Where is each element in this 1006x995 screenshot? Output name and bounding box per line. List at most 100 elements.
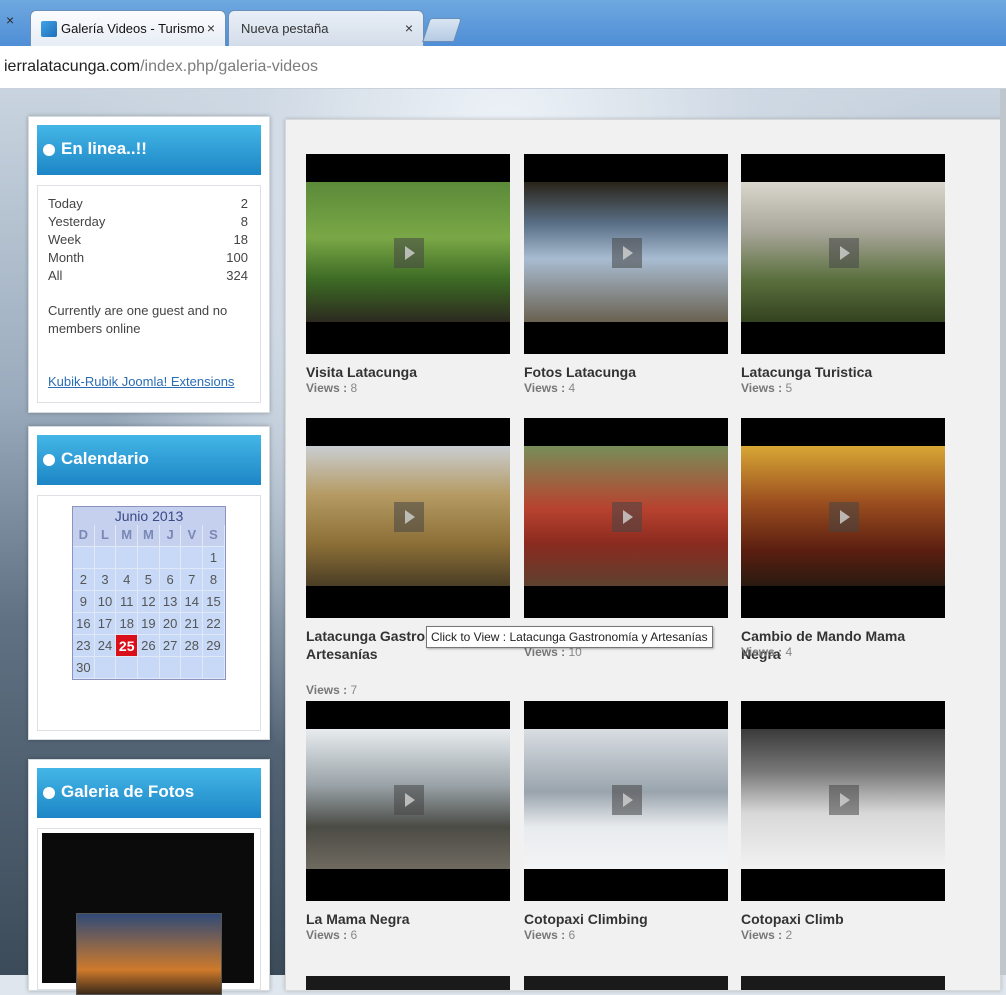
play-icon[interactable] [612, 502, 642, 532]
tab-label: Galería Videos - Turismo [61, 21, 205, 36]
calendar-day[interactable]: 4 [116, 569, 139, 591]
play-icon[interactable] [612, 238, 642, 268]
video-views: Views : 6 [524, 928, 575, 942]
calendar-day[interactable]: 18 [116, 613, 139, 635]
views-count: 4 [568, 381, 576, 395]
stat-row: Month 100 [48, 250, 248, 268]
calendar-day[interactable]: 6 [159, 569, 182, 591]
video-title[interactable]: Latacunga Turistica [741, 363, 941, 381]
calendar-day[interactable]: 29 [203, 635, 225, 657]
calendar-day[interactable]: 23 [73, 635, 95, 657]
video-title[interactable]: Cotopaxi Climbing [524, 910, 724, 928]
close-tab-icon[interactable]: × [207, 20, 215, 36]
calendar-day[interactable]: 30 [73, 657, 95, 679]
video-thumbnail[interactable] [524, 701, 728, 901]
kubik-rubik-link[interactable]: Kubik-Rubik Joomla! Extensions [48, 374, 234, 389]
video-thumbnail-partial[interactable] [741, 976, 945, 990]
calendar-day[interactable]: 20 [159, 613, 182, 635]
calendar-day[interactable]: 12 [138, 591, 160, 613]
video-title[interactable]: Cotopaxi Climb [741, 910, 941, 928]
scrollbar[interactable] [1000, 89, 1006, 975]
play-icon[interactable] [394, 502, 424, 532]
calendar-day[interactable]: 10 [94, 591, 117, 613]
video-views: Views : 6 [306, 928, 357, 942]
calendar-day[interactable]: 9 [73, 591, 95, 613]
calendar-day[interactable]: 5 [138, 569, 160, 591]
video-thumbnail-partial[interactable] [306, 976, 510, 990]
calendar-day[interactable]: 11 [116, 591, 139, 613]
calendar-day[interactable]: 14 [181, 591, 204, 613]
weekday-header: S [203, 525, 225, 547]
play-icon[interactable] [394, 785, 424, 815]
play-icon[interactable] [612, 785, 642, 815]
video-thumbnail[interactable] [741, 154, 945, 354]
play-icon[interactable] [829, 785, 859, 815]
calendar-empty-cell [181, 547, 204, 569]
tab-galeria-videos[interactable]: Galería Videos - Turismo × [30, 10, 226, 46]
video-thumbnail[interactable] [306, 154, 510, 354]
module-header: En linea..!! [37, 125, 261, 175]
views-count: 6 [568, 928, 576, 942]
video-thumbnail[interactable] [306, 418, 510, 618]
browser-tab-bar: × Galería Videos - Turismo × Nueva pesta… [0, 0, 1006, 46]
video-gallery: Visita Latacunga Views : 8 Fotos Latacunga… [285, 119, 1001, 991]
calendar-empty-cell [94, 657, 117, 679]
play-icon[interactable] [829, 502, 859, 532]
stat-value: 18 [233, 232, 248, 247]
calendar-day[interactable]: 25 [116, 635, 139, 657]
stat-value: 324 [226, 268, 248, 283]
video-thumbnail[interactable] [306, 701, 510, 901]
video-views: Views : 7 [306, 683, 357, 697]
close-tab-icon[interactable]: × [405, 20, 413, 36]
site-favicon-icon [41, 21, 57, 37]
calendar-box: Junio 2013 D L M M J V S 1 2 3 4 5 6 7 8 9 10 11 12 13 14 15 1… [37, 495, 261, 731]
calendar-day[interactable]: 7 [181, 569, 204, 591]
views-count: 6 [350, 928, 358, 942]
url-text[interactable]: ierralatacunga.com/index.php/galeria-vid… [4, 58, 318, 76]
calendar-day[interactable]: 26 [138, 635, 160, 657]
calendar-empty-cell [203, 657, 225, 679]
weekday-header: L [94, 525, 117, 547]
video-title[interactable]: Visita Latacunga [306, 363, 506, 381]
calendar-empty-cell [138, 547, 160, 569]
stat-label: All [48, 268, 63, 283]
tab-nueva-pestana[interactable]: Nueva pestaña × [228, 10, 424, 46]
calendar-day[interactable]: 17 [94, 613, 117, 635]
calendar-day[interactable]: 1 [203, 547, 225, 569]
close-tab-icon[interactable]: × [6, 12, 14, 28]
views-label: Views : [306, 928, 348, 942]
page-content: En linea..!! Today 2 Yesterday 8 Week 18… [0, 89, 1006, 995]
calendar-day[interactable]: 24 [94, 635, 117, 657]
video-thumbnail-partial[interactable] [524, 976, 728, 990]
calendar-day[interactable]: 19 [138, 613, 160, 635]
calendar-day[interactable]: 2 [73, 569, 95, 591]
play-icon[interactable] [394, 238, 424, 268]
bullet-icon [43, 144, 55, 156]
video-title[interactable]: Fotos Latacunga [524, 363, 724, 381]
video-thumbnail[interactable] [524, 154, 728, 354]
calendar-day[interactable]: 8 [203, 569, 225, 591]
video-title[interactable]: La Mama Negra [306, 910, 506, 928]
calendar-day[interactable]: 3 [94, 569, 117, 591]
online-stats-box: Today 2 Yesterday 8 Week 18 Month 100 Al… [37, 185, 261, 403]
weekday-header: M [138, 525, 160, 547]
play-icon[interactable] [829, 238, 859, 268]
calendar-day[interactable]: 16 [73, 613, 95, 635]
address-bar[interactable]: ierralatacunga.com/index.php/galeria-vid… [0, 46, 1006, 89]
views-count: 4 [785, 645, 793, 659]
video-thumbnail[interactable] [524, 418, 728, 618]
calendar-day[interactable]: 15 [203, 591, 225, 613]
video-thumbnail[interactable] [741, 418, 945, 618]
calendar-day[interactable]: 27 [159, 635, 182, 657]
calendar-day[interactable]: 22 [203, 613, 225, 635]
calendar-day[interactable]: 13 [159, 591, 182, 613]
calendar-month: Junio 2013 [73, 507, 225, 525]
online-module: En linea..!! Today 2 Yesterday 8 Week 18… [28, 116, 270, 413]
calendar-day[interactable]: 21 [181, 613, 204, 635]
photo-box [37, 828, 261, 995]
new-tab-button[interactable] [422, 18, 462, 42]
calendar-day[interactable]: 28 [181, 635, 204, 657]
calendar-empty-cell [116, 657, 139, 679]
video-thumbnail[interactable] [741, 701, 945, 901]
gallery-photo[interactable] [42, 833, 254, 995]
